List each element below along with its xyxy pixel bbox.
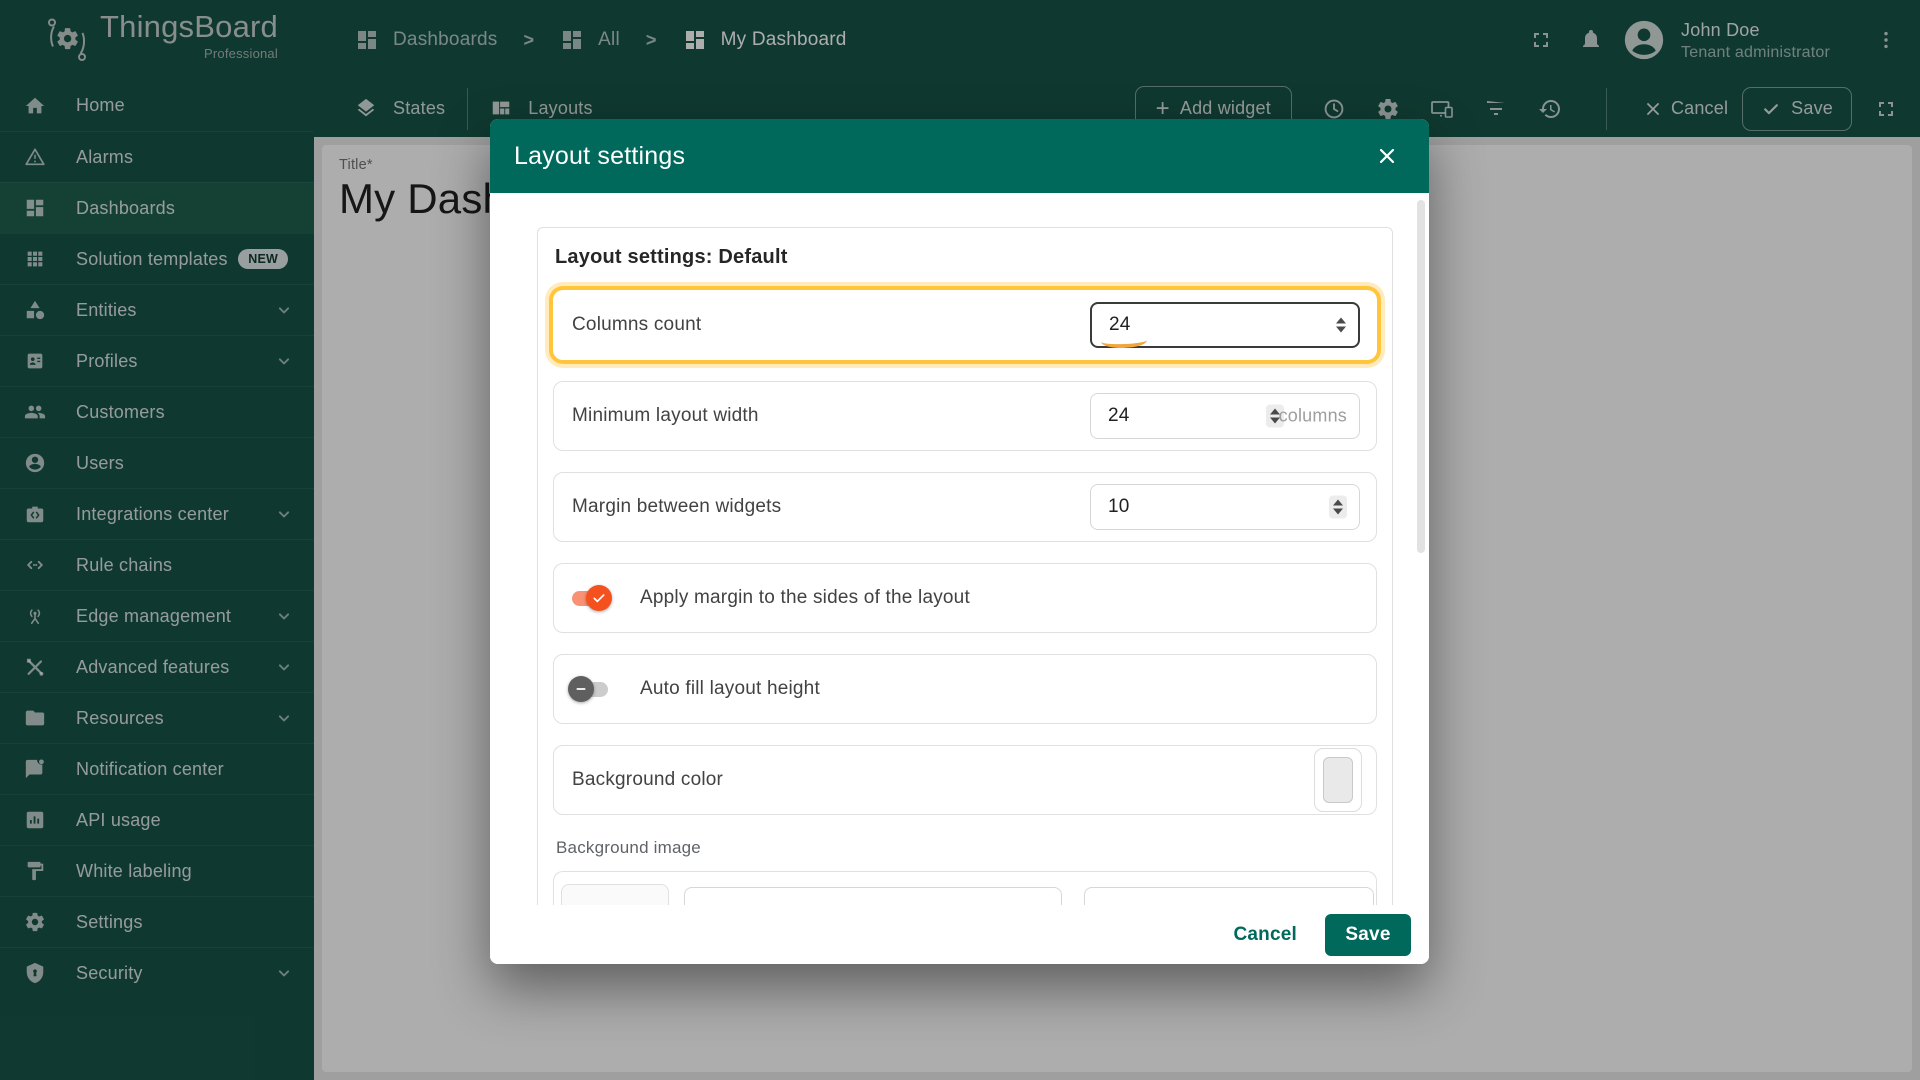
cancel-button[interactable]: Cancel xyxy=(1209,924,1321,946)
background-image-row xyxy=(553,871,1377,905)
margin-stepper[interactable] xyxy=(1329,496,1347,519)
unit-suffix: columns xyxy=(1279,406,1347,427)
dialog-body: Layout settings: Default Columns count 2… xyxy=(490,193,1429,905)
section-title: Layout settings: Default xyxy=(555,246,1377,269)
auto-fill-label: Auto fill layout height xyxy=(640,678,820,700)
close-icon xyxy=(1375,144,1399,168)
columns-count-row: Columns count 24 xyxy=(553,290,1377,360)
apply-margin-row: Apply margin to the sides of the layout xyxy=(553,563,1377,633)
check-icon xyxy=(591,590,607,606)
min-layout-width-input[interactable]: 24 columns xyxy=(1090,393,1360,439)
margin-between-widgets-input[interactable]: 10 xyxy=(1090,484,1360,530)
auto-fill-row: Auto fill layout height xyxy=(553,654,1377,724)
dialog-footer: Cancel Save xyxy=(490,905,1429,964)
layout-settings-dialog: Layout settings Layout settings: Default… xyxy=(490,119,1429,964)
save-button[interactable]: Save xyxy=(1325,914,1411,956)
cursor-mark xyxy=(1101,333,1147,349)
close-dialog-button[interactable] xyxy=(1369,138,1405,174)
margin-between-widgets-row: Margin between widgets 10 xyxy=(553,472,1377,542)
min-layout-width-row: Minimum layout width 24 columns xyxy=(553,381,1377,451)
apply-margin-toggle[interactable] xyxy=(570,585,610,611)
dialog-header: Layout settings xyxy=(490,119,1429,193)
auto-fill-toggle[interactable] xyxy=(570,676,610,702)
columns-count-stepper[interactable] xyxy=(1336,318,1346,333)
background-size-field[interactable] xyxy=(1084,887,1374,905)
app-root: ThingsBoard Professional Home Alarms Das… xyxy=(0,0,1920,1080)
background-image-label: Background image xyxy=(556,838,1377,858)
columns-count-input[interactable]: 24 xyxy=(1090,302,1360,348)
dialog-title: Layout settings xyxy=(514,142,1369,171)
background-color-label: Background color xyxy=(572,769,1376,791)
apply-margin-label: Apply margin to the sides of the layout xyxy=(640,587,970,609)
background-image-field[interactable] xyxy=(684,887,1062,905)
background-color-row: Background color xyxy=(553,745,1377,815)
image-drop-area[interactable] xyxy=(561,884,669,905)
layout-settings-panel: Layout settings: Default Columns count 2… xyxy=(537,227,1393,905)
dialog-scrollbar[interactable] xyxy=(1417,200,1425,553)
color-swatch xyxy=(1323,757,1353,803)
minus-icon xyxy=(573,681,589,697)
background-color-picker[interactable] xyxy=(1314,748,1362,812)
